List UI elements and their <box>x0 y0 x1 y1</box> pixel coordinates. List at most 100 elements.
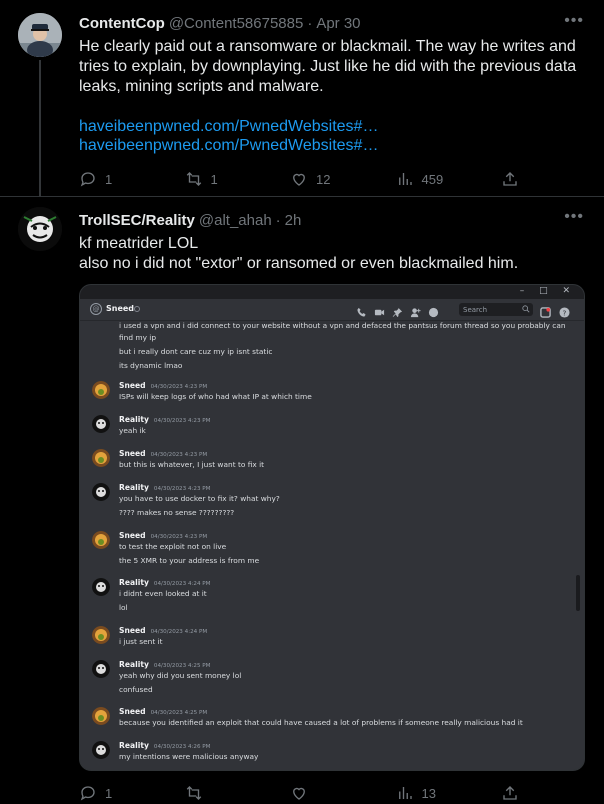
message-timestamp: 04/30/2023 4:26 PM <box>153 744 211 750</box>
message-line: i just sent it <box>119 637 163 646</box>
at-icon: @ <box>90 303 102 315</box>
tweet-media-discord-screenshot[interactable]: – □ ✕ @ Sneed Search ? i used a vpn and … <box>79 284 585 771</box>
message-timestamp: 04/30/2023 4:23 PM <box>153 418 211 424</box>
reply-button[interactable]: 1 <box>79 784 139 802</box>
video-icon <box>374 303 385 316</box>
scrollbar[interactable] <box>576 575 580 611</box>
share-icon <box>503 786 517 800</box>
avatar <box>92 381 110 399</box>
message-line: lol <box>119 603 128 612</box>
message-line: to test the exploit not on live <box>119 542 227 551</box>
header-icons <box>356 303 439 318</box>
like-icon <box>293 173 305 186</box>
message-line: because you identified an exploit that c… <box>119 718 523 727</box>
message-line: you have to use docker to fix it? what w… <box>119 494 280 503</box>
message-line: i used a vpn and i did connect to your w… <box>119 321 566 330</box>
add-friend-icon <box>410 303 421 318</box>
author-name[interactable]: ContentCop <box>79 15 165 32</box>
avatar-trollsec[interactable] <box>18 207 62 251</box>
author-handle[interactable]: @Content58675885 <box>169 15 304 32</box>
like-button[interactable] <box>290 784 350 802</box>
tweet-link[interactable]: haveibeenpwned.com/PwnedWebsites#… <box>79 137 378 155</box>
separator-dot: · <box>307 14 313 32</box>
message-author: Reality 04/30/2023 4:25 PM <box>119 660 211 669</box>
message-author: Sneed 04/30/2023 4:23 PM <box>119 531 208 540</box>
avatar <box>92 415 110 433</box>
message-timestamp: 04/30/2023 4:23 PM <box>153 486 211 492</box>
search-placeholder: Search <box>463 306 488 314</box>
reply-button[interactable]: 1 <box>79 170 139 188</box>
message-timestamp: 04/30/2023 4:25 PM <box>150 710 208 716</box>
views-count: 13 <box>421 785 436 801</box>
message-author: Sneed 04/30/2023 4:24 PM <box>119 626 208 635</box>
message-line: confused <box>119 685 153 694</box>
like-button[interactable]: 12 <box>290 170 350 188</box>
message-timestamp: 04/30/2023 4:24 PM <box>150 629 208 635</box>
author-name[interactable]: TrollSEC/Reality <box>79 212 195 229</box>
message-line: i didnt even looked at it <box>119 589 207 598</box>
tweet-text: He clearly paid out a ransomware or blac… <box>79 38 577 95</box>
avatar <box>92 531 110 549</box>
status-icon <box>134 306 140 312</box>
tweet-time[interactable]: Apr 30 <box>316 15 360 32</box>
views-icon <box>398 787 412 799</box>
views-icon <box>398 173 412 185</box>
search-icon <box>522 305 530 313</box>
share-button[interactable] <box>501 784 519 802</box>
retweet-icon <box>186 172 201 186</box>
tweet-time[interactable]: 2h <box>285 212 302 229</box>
share-button[interactable] <box>501 170 519 188</box>
tweet-header: TrollSEC/Reality @alt_ahah · 2h <box>79 210 301 230</box>
retweet-button[interactable] <box>185 784 245 802</box>
message-line: the 5 XMR to your address is from me <box>119 556 260 565</box>
search-input[interactable]: Search <box>459 303 533 316</box>
message-author: Reality 04/30/2023 4:23 PM <box>119 483 211 492</box>
tweet-link[interactable]: haveibeenpwned.com/PwnedWebsites#… <box>79 118 378 136</box>
channel-header: @ Sneed Search ? <box>80 299 584 321</box>
avatar <box>92 449 110 467</box>
author-handle[interactable]: @alt_ahah <box>199 212 272 229</box>
message-line: ISPs will keep logs of who had what IP a… <box>119 392 312 401</box>
message-author: Reality 04/30/2023 4:24 PM <box>119 578 211 587</box>
message-line: ???? makes no sense ????????? <box>119 508 235 517</box>
retweet-count: 1 <box>210 171 218 187</box>
more-icon[interactable]: ••• <box>564 208 584 226</box>
reply-icon <box>80 172 95 187</box>
message-author: Sneed 04/30/2023 4:25 PM <box>119 707 208 716</box>
message-author: Reality 04/30/2023 4:26 PM <box>119 741 211 750</box>
reply-count: 1 <box>105 785 113 801</box>
views-button[interactable]: 459 <box>396 170 456 188</box>
message-author: Sneed 04/30/2023 4:23 PM <box>119 449 208 458</box>
tweet-contentcop[interactable]: ContentCop @Content58675885 · Apr 30 •••… <box>0 0 604 197</box>
message-timestamp: 04/30/2023 4:24 PM <box>153 581 211 587</box>
reply-icon <box>80 786 95 801</box>
avatar <box>92 707 110 725</box>
message-line: yeah ik <box>119 426 146 435</box>
views-button[interactable]: 13 <box>396 784 456 802</box>
views-count: 459 <box>421 171 444 187</box>
message-line: but this is whatever, I just want to fix… <box>119 460 265 469</box>
profile-icon <box>428 303 439 318</box>
message-list[interactable]: i used a vpn and i did connect to your w… <box>80 321 584 770</box>
tweet-text-line: also no i did not "extor" or ransomed or… <box>79 255 519 272</box>
thread-connector <box>39 60 41 197</box>
message-timestamp: 04/30/2023 4:23 PM <box>150 534 208 540</box>
avatar-contentcop[interactable] <box>18 13 62 57</box>
avatar <box>92 483 110 501</box>
separator-dot: · <box>275 211 281 229</box>
retweet-button[interactable]: 1 <box>185 170 245 188</box>
tweet-header: ContentCop @Content58675885 · Apr 30 <box>79 13 361 33</box>
message-author: Sneed 04/30/2023 4:23 PM <box>119 381 208 390</box>
like-icon <box>293 787 305 800</box>
message-author: Reality 04/30/2023 4:23 PM <box>119 415 211 424</box>
window-titlebar: – □ ✕ <box>80 285 584 299</box>
call-icon <box>356 303 367 317</box>
avatar <box>92 741 110 759</box>
message-timestamp: 04/30/2023 4:23 PM <box>150 452 208 458</box>
like-count: 12 <box>316 171 331 187</box>
message-timestamp: 04/30/2023 4:25 PM <box>153 663 211 669</box>
channel-name: Sneed <box>106 304 135 313</box>
retweet-icon <box>186 786 201 800</box>
header-right-icons: ? <box>540 303 570 318</box>
more-icon[interactable]: ••• <box>564 12 584 30</box>
